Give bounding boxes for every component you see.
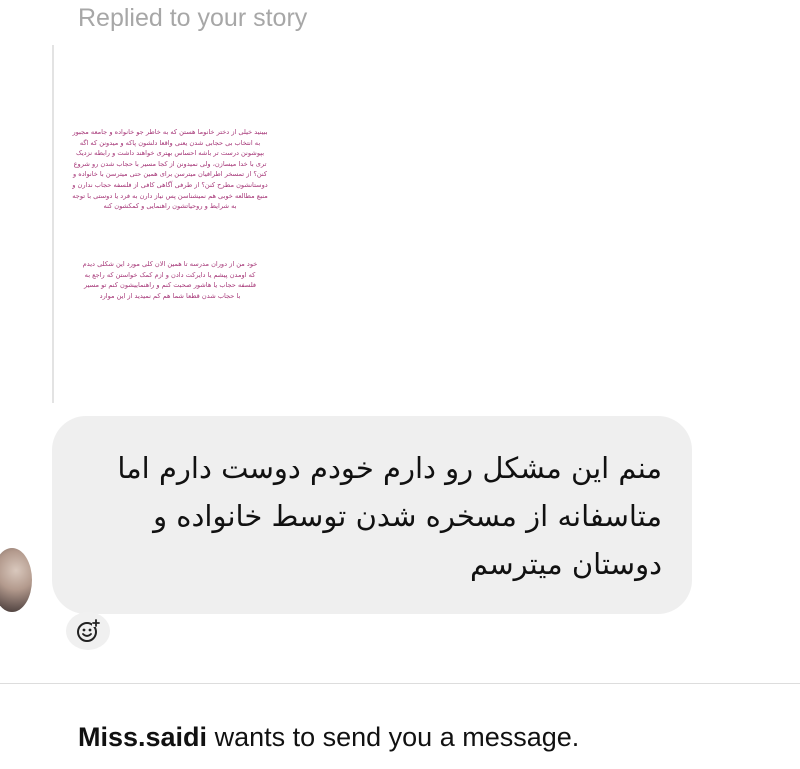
story-preview-thumbnail[interactable]: ببینید خیلی از دختر خانوما هستن که به خا…	[52, 45, 288, 403]
add-reaction-button[interactable]	[66, 612, 110, 650]
message-bubble[interactable]: منم این مشکل رو دارم خودم دوست دارم اما …	[52, 416, 692, 614]
story-paragraph-2: خود من از دوران مدرسه تا همین الان کلی م…	[82, 260, 258, 300]
replied-to-story-label: Replied to your story	[78, 4, 308, 32]
request-text: wants to send you a message.	[207, 722, 580, 752]
story-paragraph-1: ببینید خیلی از دختر خانوما هستن که به خا…	[72, 128, 268, 211]
message-request-notice: Miss.saidi wants to send you a message.	[78, 722, 579, 753]
message-text: منم این مشکل رو دارم خودم دوست دارم اما …	[117, 451, 662, 581]
add-reaction-icon	[77, 619, 100, 642]
requester-username[interactable]: Miss.saidi	[78, 722, 207, 752]
message-request-screen: Replied to your story ببینید خیلی از دخت…	[0, 0, 800, 769]
divider	[0, 683, 800, 684]
avatar[interactable]	[0, 548, 32, 612]
